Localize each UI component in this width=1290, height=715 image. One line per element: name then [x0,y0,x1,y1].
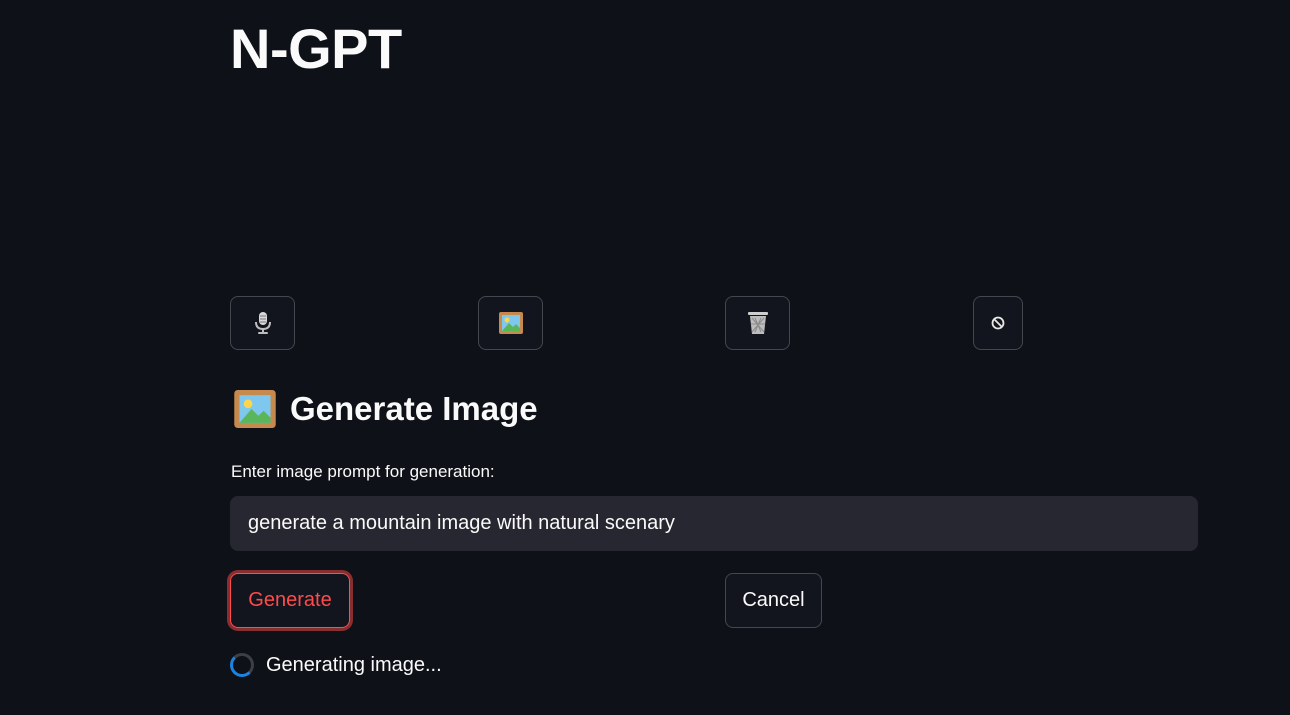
cancel-button[interactable]: Cancel [725,573,822,628]
section-title: Generate Image [234,390,538,428]
stop-button[interactable] [973,296,1023,350]
framed-picture-icon [234,390,276,428]
section-title-text: Generate Image [290,390,538,427]
framed-picture-icon [498,312,523,334]
microphone-button[interactable] [230,296,295,350]
status-text: Generating image... [266,653,442,676]
prompt-label: Enter image prompt for generation: [231,462,495,481]
microphone-icon [254,311,272,335]
prompt-input[interactable] [230,496,1198,551]
delete-button[interactable] [725,296,790,350]
app-title: N-GPT [230,17,402,80]
status-indicator: Generating image... [230,653,442,677]
main-container: N-GPT Generate Image Enter image prompt … [0,0,1290,715]
generate-button[interactable]: Generate [230,573,350,628]
prohibited-icon [991,316,1005,330]
spinner-icon [230,653,254,677]
image-button[interactable] [478,296,543,350]
wastebasket-icon [747,311,769,335]
